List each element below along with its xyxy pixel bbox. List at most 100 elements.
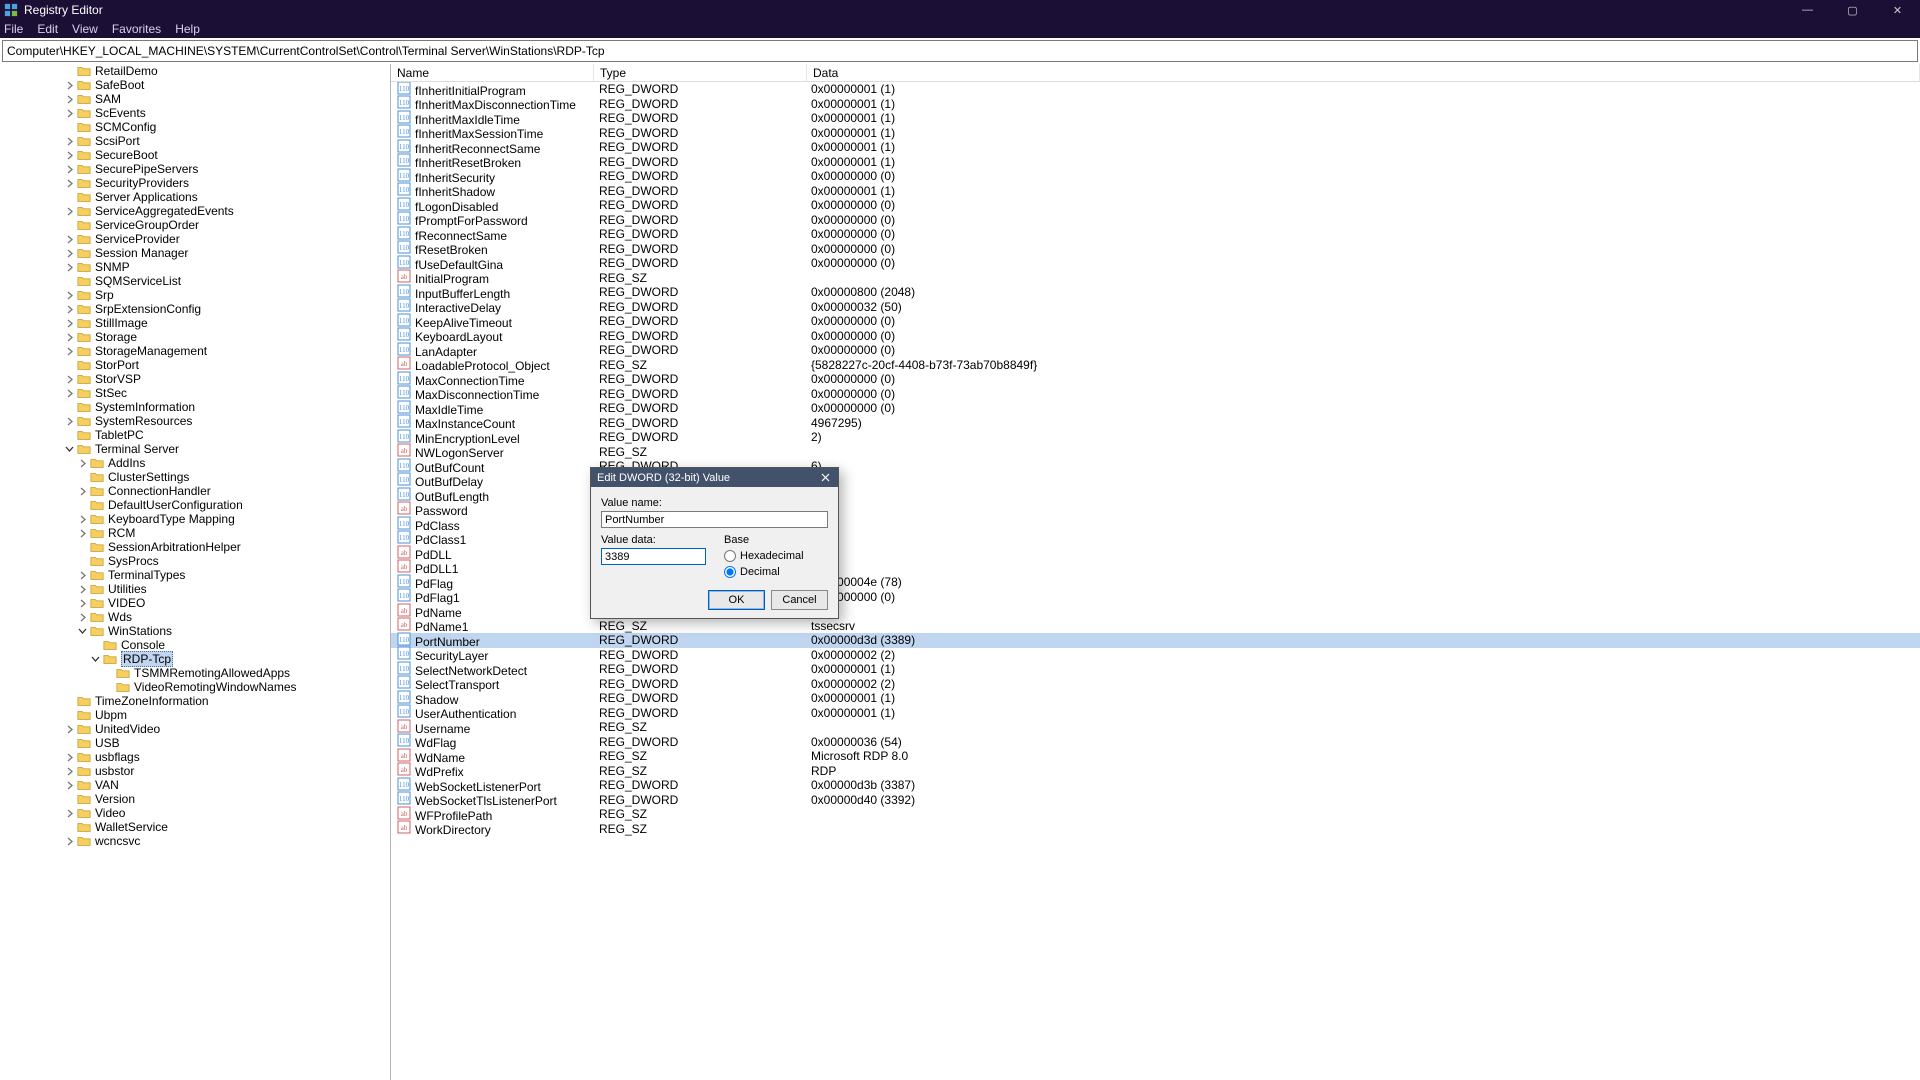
chevron-right-icon[interactable] [65, 725, 74, 734]
ok-button[interactable]: OK [708, 590, 765, 610]
value-row[interactable]: 110fInheritReconnectSameREG_DWORD0x00000… [391, 140, 1920, 155]
tree-item[interactable]: StorPort [0, 358, 390, 372]
radio-hex[interactable]: Hexadecimal [724, 548, 828, 564]
chevron-right-icon[interactable] [78, 459, 87, 468]
chevron-right-icon[interactable] [65, 781, 74, 790]
value-row[interactable]: abWorkDirectoryREG_SZ [391, 822, 1920, 837]
value-row[interactable]: 110SelectNetworkDetectREG_DWORD0x0000000… [391, 662, 1920, 677]
value-row[interactable]: 110InteractiveDelayREG_DWORD0x00000032 (… [391, 300, 1920, 315]
chevron-right-icon[interactable] [78, 529, 87, 538]
tree-pane[interactable]: RetailDemoSafeBootSAMScEventsSCMConfigSc… [0, 64, 391, 1080]
chevron-right-icon[interactable] [65, 753, 74, 762]
tree-item[interactable]: TimeZoneInformation [0, 694, 390, 708]
chevron-right-icon[interactable] [65, 165, 74, 174]
tree-item[interactable]: ServiceGroupOrder [0, 218, 390, 232]
value-row[interactable]: abWFProfilePathREG_SZ [391, 807, 1920, 822]
value-row[interactable]: 110fLogonDisabledREG_DWORD0x00000000 (0) [391, 198, 1920, 213]
value-row[interactable]: 110MaxInstanceCountREG_DWORD4967295) [391, 416, 1920, 431]
chevron-right-icon[interactable] [65, 109, 74, 118]
title-bar[interactable]: Registry Editor — ▢ ✕ [0, 0, 1920, 20]
radio-dec-input[interactable] [724, 566, 736, 578]
tree-item[interactable]: SecureBoot [0, 148, 390, 162]
value-row[interactable]: abWdPrefixREG_SZRDP [391, 764, 1920, 779]
value-name-input[interactable] [601, 511, 828, 528]
value-row[interactable]: 110SelectTransportREG_DWORD0x00000002 (2… [391, 677, 1920, 692]
tree-item[interactable]: SecurePipeServers [0, 162, 390, 176]
menu-favorites[interactable]: Favorites [112, 22, 161, 36]
chevron-down-icon[interactable] [91, 655, 100, 664]
chevron-right-icon[interactable] [65, 333, 74, 342]
tree-item[interactable]: StSec [0, 386, 390, 400]
col-type[interactable]: Type [594, 64, 807, 81]
tree-item[interactable]: StillImage [0, 316, 390, 330]
menu-file[interactable]: File [4, 22, 23, 36]
value-row[interactable]: 110UserAuthenticationREG_DWORD0x00000001… [391, 706, 1920, 721]
tree-item[interactable]: SCMConfig [0, 120, 390, 134]
value-row[interactable]: 110KeepAliveTimeoutREG_DWORD0x00000000 (… [391, 314, 1920, 329]
radio-dec[interactable]: Decimal [724, 564, 828, 580]
tree-item[interactable]: ConnectionHandler [0, 484, 390, 498]
tree-item[interactable]: SessionArbitrationHelper [0, 540, 390, 554]
tree-item[interactable]: Version [0, 792, 390, 806]
tree-item[interactable]: Utilities [0, 582, 390, 596]
list-header[interactable]: Name Type Data [391, 64, 1920, 82]
value-row[interactable]: 110InputBufferLengthREG_DWORD0x00000800 … [391, 285, 1920, 300]
value-row[interactable]: abInitialProgramREG_SZ [391, 271, 1920, 286]
tree-item[interactable]: USB [0, 736, 390, 750]
col-name[interactable]: Name [391, 64, 594, 81]
tree-item[interactable]: RetailDemo [0, 64, 390, 78]
tree-item[interactable]: usbflags [0, 750, 390, 764]
chevron-right-icon[interactable] [65, 305, 74, 314]
value-row[interactable]: 110fInheritMaxSessionTimeREG_DWORD0x0000… [391, 126, 1920, 141]
value-row[interactable]: 110fInheritSecurityREG_DWORD0x00000000 (… [391, 169, 1920, 184]
chevron-down-icon[interactable] [78, 627, 87, 636]
value-row[interactable]: 110fPromptForPasswordREG_DWORD0x00000000… [391, 213, 1920, 228]
value-row[interactable]: 110MinEncryptionLevelREG_DWORD2) [391, 430, 1920, 445]
tree-item[interactable]: VAN [0, 778, 390, 792]
chevron-right-icon[interactable] [65, 179, 74, 188]
tree-item[interactable]: SystemInformation [0, 400, 390, 414]
chevron-right-icon[interactable] [65, 263, 74, 272]
tree-item[interactable]: KeyboardType Mapping [0, 512, 390, 526]
value-row[interactable]: abLoadableProtocol_ObjectREG_SZ{5828227c… [391, 358, 1920, 373]
value-row[interactable]: 110WebSocketTlsListenerPortREG_DWORD0x00… [391, 793, 1920, 808]
menu-view[interactable]: View [72, 22, 98, 36]
value-data-input[interactable] [601, 548, 706, 565]
chevron-right-icon[interactable] [78, 571, 87, 580]
tree-item[interactable]: Ubpm [0, 708, 390, 722]
value-row[interactable]: 110fInheritInitialProgramREG_DWORD0x0000… [391, 82, 1920, 97]
chevron-right-icon[interactable] [65, 207, 74, 216]
tree-item[interactable]: RDP-Tcp [0, 652, 390, 666]
value-row[interactable]: 110fInheritMaxDisconnectionTimeREG_DWORD… [391, 97, 1920, 112]
value-row[interactable]: 110MaxIdleTimeREG_DWORD0x00000000 (0) [391, 401, 1920, 416]
value-row[interactable]: 110fResetBrokenREG_DWORD0x00000000 (0) [391, 242, 1920, 257]
col-data[interactable]: Data [807, 64, 1920, 81]
maximize-button[interactable]: ▢ [1830, 0, 1875, 20]
tree-item[interactable]: StorVSP [0, 372, 390, 386]
tree-item[interactable]: SrpExtensionConfig [0, 302, 390, 316]
tree-item[interactable]: TabletPC [0, 428, 390, 442]
tree-item[interactable]: Wds [0, 610, 390, 624]
tree-item[interactable]: Session Manager [0, 246, 390, 260]
tree-item[interactable]: RCM [0, 526, 390, 540]
value-row[interactable]: abWdNameREG_SZMicrosoft RDP 8.0 [391, 749, 1920, 764]
tree-item[interactable]: SysProcs [0, 554, 390, 568]
tree-item[interactable]: Storage [0, 330, 390, 344]
chevron-right-icon[interactable] [78, 585, 87, 594]
chevron-right-icon[interactable] [65, 347, 74, 356]
value-row[interactable]: 110fInheritShadowREG_DWORD0x00000001 (1) [391, 184, 1920, 199]
value-row[interactable]: abPdName1REG_SZtssecsrv [391, 619, 1920, 634]
menu-edit[interactable]: Edit [37, 22, 58, 36]
value-row[interactable]: 110fInheritMaxIdleTimeREG_DWORD0x0000000… [391, 111, 1920, 126]
value-row[interactable]: abNWLogonServerREG_SZ [391, 445, 1920, 460]
chevron-right-icon[interactable] [65, 417, 74, 426]
value-row[interactable]: 110KeyboardLayoutREG_DWORD0x00000000 (0) [391, 329, 1920, 344]
tree-item[interactable]: AddIns [0, 456, 390, 470]
tree-item[interactable]: Console [0, 638, 390, 652]
chevron-right-icon[interactable] [65, 137, 74, 146]
value-row[interactable]: 110SecurityLayerREG_DWORD0x00000002 (2) [391, 648, 1920, 663]
value-row[interactable]: 110WebSocketListenerPortREG_DWORD0x00000… [391, 778, 1920, 793]
tree-item[interactable]: wcncsvc [0, 834, 390, 848]
tree-item[interactable]: TerminalTypes [0, 568, 390, 582]
chevron-right-icon[interactable] [78, 515, 87, 524]
